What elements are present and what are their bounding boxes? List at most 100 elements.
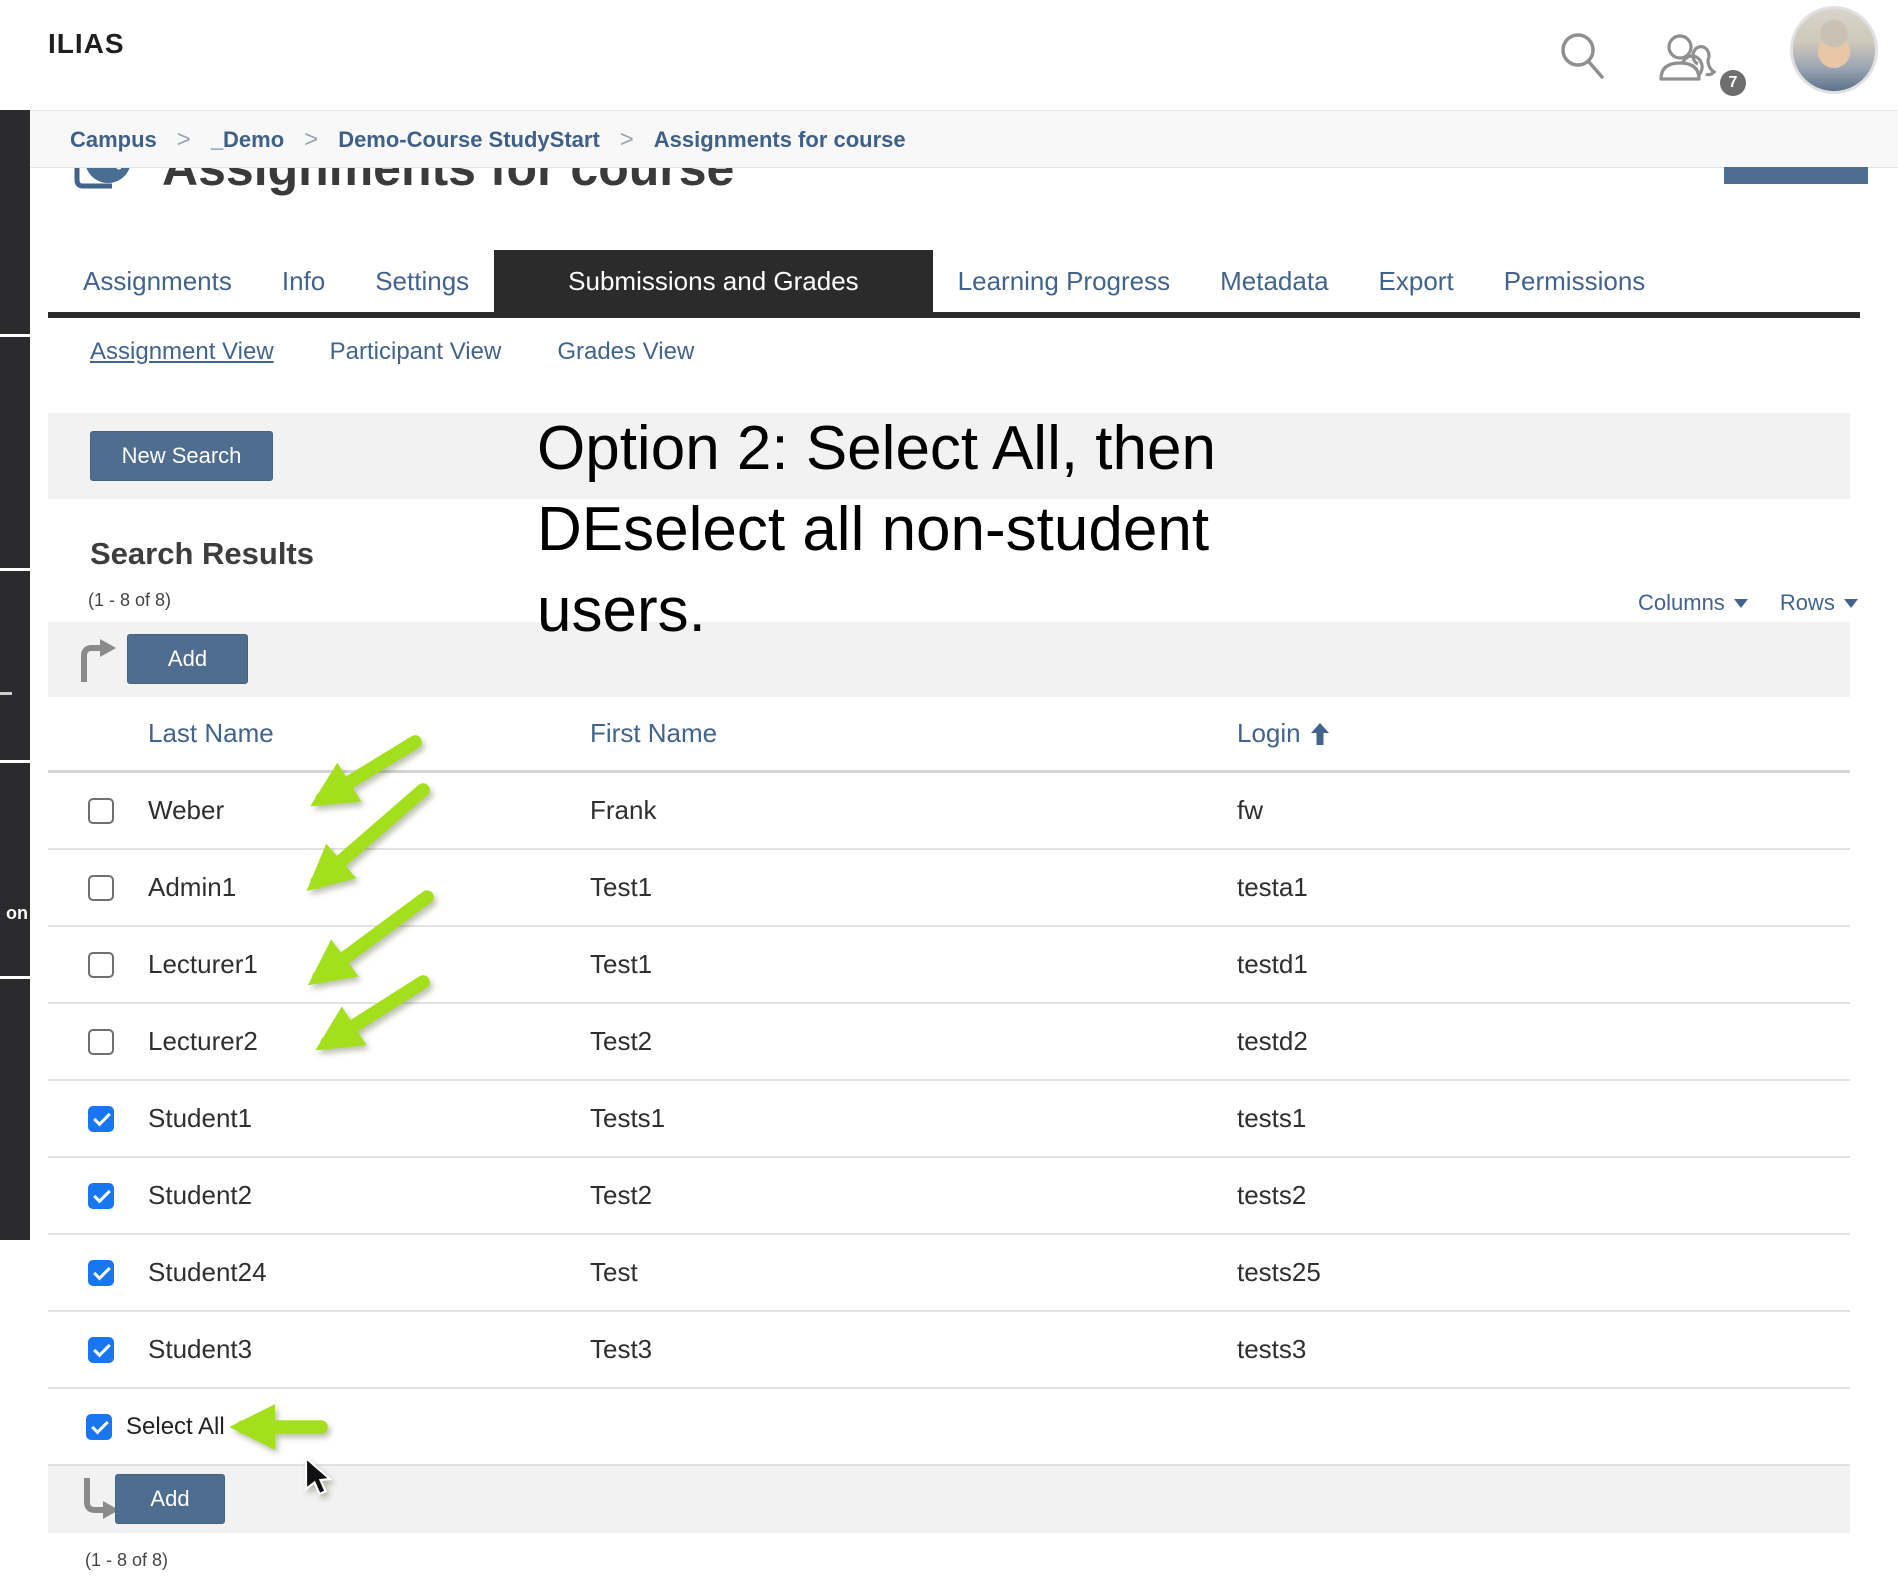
- checkbox-cell: [48, 1337, 148, 1363]
- checkbox-cell: [48, 1183, 148, 1209]
- sort-ascending-icon: [1311, 723, 1329, 745]
- subtab-bar: Assignment View Participant View Grades Vi…: [90, 338, 694, 366]
- breadcrumb-item-demo-course-studystart[interactable]: Demo-Course StudyStart: [338, 127, 600, 153]
- last-name-cell: Weber: [148, 795, 590, 826]
- breadcrumb-bar: Campus>_Demo>Demo-Course StudyStart>Assi…: [0, 110, 1898, 168]
- new-search-button[interactable]: New Search: [90, 431, 273, 481]
- result-count-bottom: (1 - 8 of 8): [85, 1550, 168, 1571]
- breadcrumb: Campus>_Demo>Demo-Course StudyStart>Assi…: [70, 111, 906, 169]
- annotation-line: DEselect all non-student: [537, 489, 1216, 570]
- first-name-cell: Test2: [590, 1180, 1237, 1211]
- row-checkbox[interactable]: [88, 1106, 114, 1132]
- last-name-cell: Lecturer1: [148, 949, 590, 980]
- checkbox-cell: [48, 875, 148, 901]
- rows-dropdown[interactable]: Rows: [1780, 590, 1858, 616]
- rail-divider: [0, 334, 30, 337]
- rail-partial-glyph: [0, 692, 12, 695]
- checkbox-cell: [48, 798, 148, 824]
- row-checkbox[interactable]: [88, 1183, 114, 1209]
- login-cell: fw: [1237, 795, 1850, 826]
- add-toolbar-bottom: Add: [48, 1466, 1850, 1533]
- first-name-cell: Test1: [590, 872, 1237, 903]
- first-name-cell: Tests1: [590, 1103, 1237, 1134]
- annotation-text: Option 2: Select All, then DEselect all …: [537, 408, 1216, 651]
- login-cell: testd2: [1237, 1026, 1850, 1057]
- breadcrumb-separator: >: [304, 126, 318, 154]
- columns-label: Columns: [1638, 590, 1725, 616]
- last-name-cell: Student2: [148, 1180, 590, 1211]
- tab-bar: AssignmentsInfoSettingsSubmissions and G…: [48, 250, 1860, 318]
- search-icon[interactable]: [1556, 30, 1608, 86]
- last-name-cell: Student3: [148, 1334, 590, 1365]
- chevron-down-icon: [1734, 599, 1748, 615]
- select-all-row: Select All: [48, 1389, 1850, 1466]
- tab-metadata[interactable]: Metadata: [1195, 250, 1353, 312]
- first-name-header[interactable]: First Name: [590, 718, 1237, 749]
- list-controls: Columns Rows: [1638, 590, 1858, 616]
- first-name-cell: Test2: [590, 1026, 1237, 1057]
- select-all-label: Select All: [126, 1413, 568, 1441]
- last-name-header[interactable]: Last Name: [148, 718, 590, 749]
- rail-partial-label: on: [0, 903, 28, 924]
- breadcrumb-item-campus[interactable]: Campus: [70, 127, 157, 153]
- subtab-grades-view[interactable]: Grades View: [557, 338, 694, 366]
- checkbox-cell: [48, 1260, 148, 1286]
- result-count-top: (1 - 8 of 8): [88, 590, 171, 611]
- annotation-line: Option 2: Select All, then: [537, 408, 1216, 489]
- tab-export[interactable]: Export: [1354, 250, 1479, 312]
- cut-off-action-button[interactable]: [1724, 167, 1868, 184]
- rail-divider: [0, 760, 30, 763]
- rail-divider: [0, 976, 30, 979]
- notification-badge[interactable]: 7: [1720, 70, 1746, 96]
- table-row-lecturer1: Lecturer1Test1testd1: [48, 927, 1850, 1004]
- left-nav-rail[interactable]: on: [0, 110, 30, 1240]
- apply-up-right-arrow-icon: [72, 636, 122, 684]
- row-checkbox[interactable]: [88, 1260, 114, 1286]
- select-all-checkbox[interactable]: [86, 1414, 112, 1440]
- table-row-student3: Student3Test3tests3: [48, 1312, 1850, 1389]
- chevron-down-icon: [1844, 599, 1858, 615]
- table-row-student24: Student24Testtests25: [48, 1235, 1850, 1312]
- last-name-cell: Lecturer2: [148, 1026, 590, 1057]
- subtab-participant-view[interactable]: Participant View: [330, 338, 502, 366]
- search-results-table: Last Name First Name Login WeberFrankfw A…: [48, 697, 1850, 1466]
- add-button-top[interactable]: Add: [127, 634, 248, 684]
- last-name-cell: Admin1: [148, 872, 590, 903]
- breadcrumb-item-assignments-for-course[interactable]: Assignments for course: [654, 127, 906, 153]
- top-bar: ILIAS 7: [0, 0, 1898, 110]
- first-name-cell: Test1: [590, 949, 1237, 980]
- breadcrumb-item--demo[interactable]: _Demo: [211, 127, 284, 153]
- login-cell: tests3: [1237, 1334, 1850, 1365]
- table-row-weber: WeberFrankfw: [48, 773, 1850, 850]
- first-name-cell: Test: [590, 1257, 1237, 1288]
- login-header[interactable]: Login: [1237, 718, 1850, 749]
- search-results-heading: Search Results: [90, 536, 314, 572]
- screen: Assignments for course ILIAS 7 Campus > _D…: [0, 0, 1898, 1590]
- row-checkbox[interactable]: [88, 1029, 114, 1055]
- row-checkbox[interactable]: [88, 798, 114, 824]
- row-checkbox[interactable]: [88, 1337, 114, 1363]
- rail-divider: [0, 568, 30, 571]
- table-row-lecturer2: Lecturer2Test2testd2: [48, 1004, 1850, 1081]
- row-checkbox[interactable]: [88, 875, 114, 901]
- tab-learning-progress[interactable]: Learning Progress: [933, 250, 1195, 312]
- tab-assignments[interactable]: Assignments: [58, 250, 257, 312]
- add-button-bottom[interactable]: Add: [115, 1474, 225, 1524]
- columns-dropdown[interactable]: Columns: [1638, 590, 1748, 616]
- tab-settings[interactable]: Settings: [350, 250, 494, 312]
- breadcrumb-separator: >: [620, 126, 634, 154]
- people-icon[interactable]: [1656, 30, 1718, 84]
- checkbox-cell: [48, 952, 148, 978]
- tab-permissions[interactable]: Permissions: [1479, 250, 1671, 312]
- subtab-assignment-view[interactable]: Assignment View: [90, 338, 274, 366]
- table-header-row: Last Name First Name Login: [48, 697, 1850, 773]
- annotation-line: users.: [537, 570, 1216, 651]
- table-row-student1: Student1Tests1tests1: [48, 1081, 1850, 1158]
- user-avatar[interactable]: [1790, 6, 1878, 94]
- checkbox-cell: [48, 1106, 148, 1132]
- tab-info[interactable]: Info: [257, 250, 350, 312]
- last-name-cell: Student24: [148, 1257, 590, 1288]
- ilias-logo[interactable]: ILIAS: [48, 28, 125, 60]
- row-checkbox[interactable]: [88, 952, 114, 978]
- tab-submissions-and-grades[interactable]: Submissions and Grades: [494, 250, 932, 312]
